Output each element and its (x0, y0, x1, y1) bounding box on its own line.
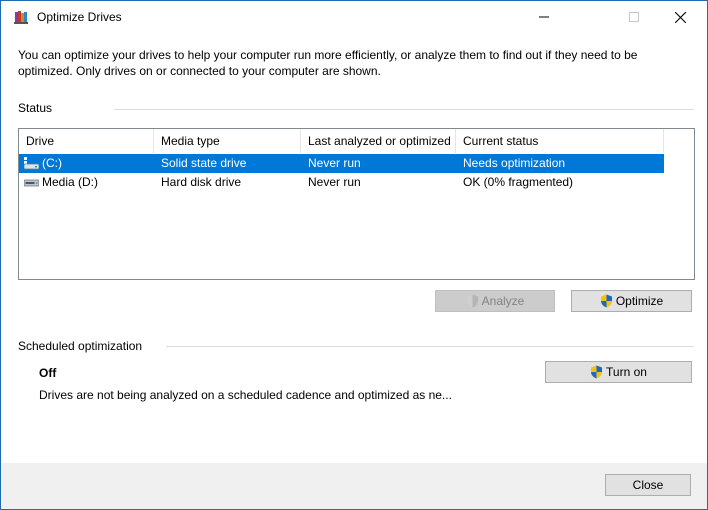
analyze-label: Analyze (481, 294, 525, 308)
uac-shield-icon (591, 365, 603, 379)
analyze-button[interactable]: Analyze (435, 290, 555, 312)
turn-on-button[interactable]: Turn on (545, 361, 692, 383)
drive-media-type: Hard disk drive (161, 175, 242, 189)
uac-shield-icon (600, 294, 612, 308)
drives-list[interactable]: Drive Media type Last analyzed or optimi… (18, 128, 695, 280)
drive-last-analyzed: Never run (308, 156, 361, 170)
close-icon (674, 11, 686, 23)
column-header-current-status[interactable]: Current status (456, 129, 664, 153)
column-header-drive[interactable]: Drive (19, 129, 154, 153)
close-button[interactable]: Close (605, 474, 691, 496)
drive-media-type: Solid state drive (161, 156, 247, 170)
window-title: Optimize Drives (37, 10, 122, 24)
optimize-button[interactable]: Optimize (571, 290, 692, 312)
optimize-drives-icon (14, 11, 28, 24)
column-header-last-analyzed[interactable]: Last analyzed or optimized (301, 129, 456, 153)
drive-row-c[interactable]: (C:) Solid state drive Never run Needs o… (19, 154, 664, 173)
drive-name: (C:) (42, 156, 62, 170)
scheduled-divider (166, 346, 694, 347)
maximize-button[interactable] (611, 1, 657, 33)
maximize-icon (629, 12, 639, 22)
optimize-drives-window: Optimize Drives You can optimize your dr… (0, 0, 708, 510)
scheduled-label: Scheduled optimization (18, 339, 143, 353)
minimize-button[interactable] (521, 1, 567, 33)
drive-name: Media (D:) (42, 175, 99, 189)
status-divider (114, 109, 694, 110)
schedule-state: Off (39, 366, 57, 380)
uac-shield-icon (466, 294, 478, 308)
optimize-label: Optimize (615, 294, 664, 308)
drives-list-header: Drive Media type Last analyzed or optimi… (19, 129, 664, 153)
dialog-footer: Close (1, 463, 707, 509)
column-header-media-type[interactable]: Media type (154, 129, 301, 153)
drive-last-analyzed: Never run (308, 175, 361, 189)
status-label: Status (18, 101, 53, 115)
minimize-icon (539, 16, 549, 18)
close-label: Close (632, 478, 664, 492)
schedule-description: Drives are not being analyzed on a sched… (39, 388, 452, 402)
close-window-button[interactable] (657, 1, 703, 33)
turn-on-label: Turn on (606, 365, 647, 379)
description-text: You can optimize your drives to help you… (18, 48, 638, 78)
drive-current-status: Needs optimization (463, 156, 566, 170)
drive-current-status: OK (0% fragmented) (463, 175, 574, 189)
drive-row-d[interactable]: Media (D:) Hard disk drive Never run OK … (19, 173, 664, 192)
title-bar[interactable]: Optimize Drives (1, 1, 707, 33)
